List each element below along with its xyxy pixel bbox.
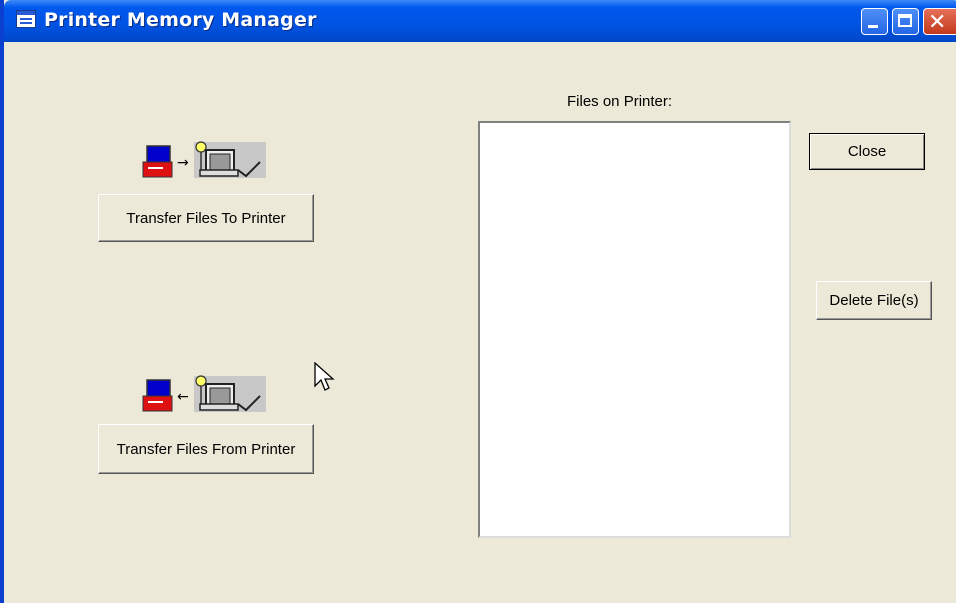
close-button-label: Close — [847, 143, 887, 160]
delete-files-label: Delete File(s) — [829, 292, 919, 309]
transfer-from-printer-label: Transfer Files From Printer — [116, 440, 296, 458]
close-button[interactable]: Close — [809, 133, 925, 170]
maximize-button[interactable] — [892, 8, 919, 35]
close-icon: ✕ — [928, 10, 947, 35]
window-title: Printer Memory Manager — [44, 9, 317, 31]
printer-to-pc-arrow: ← — [177, 389, 189, 405]
pc-to-printer-icon: → — [140, 140, 266, 178]
transfer-from-printer-button[interactable]: Transfer Files From Printer — [98, 424, 314, 474]
minimize-icon — [868, 25, 878, 28]
transfer-to-printer-label: Transfer Files To Printer — [126, 209, 286, 227]
title-bar[interactable]: Printer Memory Manager ✕ — [4, 0, 956, 42]
minimize-button[interactable] — [861, 8, 888, 35]
mouse-cursor-icon — [314, 362, 335, 391]
maximize-icon — [898, 14, 912, 27]
pc-to-printer-arrow: → — [177, 155, 189, 171]
app-window: Printer Memory Manager ✕ → Transfer File… — [0, 0, 956, 603]
app-icon — [16, 10, 36, 28]
files-listbox[interactable] — [478, 121, 791, 538]
printer-to-pc-icon: ← — [140, 374, 266, 412]
files-list-label: Files on Printer: — [567, 93, 673, 110]
close-window-button[interactable]: ✕ — [923, 8, 956, 35]
transfer-to-printer-button[interactable]: Transfer Files To Printer — [98, 194, 314, 242]
delete-files-button[interactable]: Delete File(s) — [816, 281, 932, 320]
